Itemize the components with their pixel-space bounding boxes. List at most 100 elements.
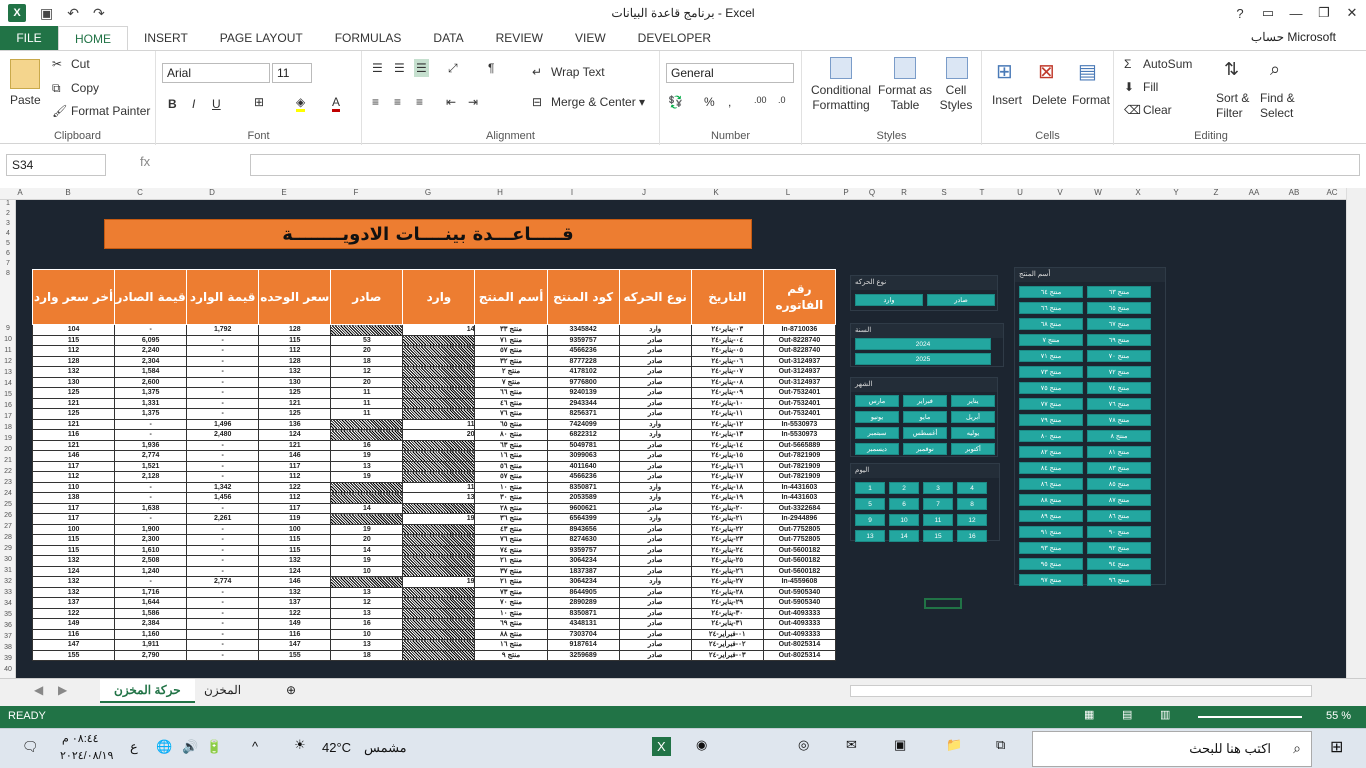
row-header[interactable]: 7: [0, 260, 15, 267]
table-cell[interactable]: Out-7821909: [762, 471, 837, 483]
table-cell[interactable]: ١٩-يناير-٢٤: [690, 492, 764, 504]
row-header[interactable]: 8: [0, 270, 15, 277]
slicer-button[interactable]: 1: [855, 482, 885, 494]
align-left-icon[interactable]: ≡: [372, 95, 379, 109]
table-cell[interactable]: 8777228: [546, 355, 620, 367]
table-cell[interactable]: 53: [330, 334, 404, 346]
slicer-button[interactable]: منتج ٧٧: [1019, 398, 1083, 410]
table-cell[interactable]: 2,774: [186, 576, 260, 588]
column-header[interactable]: I: [564, 188, 580, 197]
table-cell[interactable]: 125: [258, 387, 332, 399]
table-cell[interactable]: صادر: [618, 460, 692, 472]
tab-developer[interactable]: DEVELOPER: [622, 26, 727, 50]
table-cell[interactable]: صادر: [618, 544, 692, 556]
table-cell[interactable]: منتج ٧٦: [474, 408, 548, 420]
font-name-select[interactable]: Arial: [162, 63, 270, 83]
row-header[interactable]: 32: [0, 578, 15, 585]
table-cell[interactable]: 100: [258, 523, 332, 535]
fx-icon[interactable]: fx: [140, 154, 150, 169]
slicer-button[interactable]: أبريل: [951, 411, 995, 423]
tab-review[interactable]: REVIEW: [480, 26, 559, 50]
table-cell[interactable]: ٢٦-يناير-٢٤: [690, 565, 764, 577]
table-cell[interactable]: 132: [258, 586, 332, 598]
table-cell[interactable]: 19: [330, 450, 404, 462]
row-header[interactable]: 1: [0, 200, 15, 207]
bold-button[interactable]: B: [168, 97, 177, 111]
table-cell[interactable]: 2,128: [114, 471, 188, 483]
table-cell[interactable]: ٠٥-يناير-٢٤: [690, 345, 764, 357]
column-header[interactable]: J: [636, 188, 652, 197]
table-cell[interactable]: -: [114, 481, 188, 493]
slicer-button[interactable]: منتج ٦٣: [1087, 286, 1151, 298]
table-cell[interactable]: 11: [330, 387, 404, 399]
slicer-button[interactable]: منتج ٩٣: [1019, 542, 1083, 554]
table-cell[interactable]: 121: [31, 397, 116, 409]
table-cell[interactable]: منتج ٥٧: [474, 345, 548, 357]
selected-cell[interactable]: [924, 598, 962, 609]
table-cell[interactable]: 121: [258, 397, 332, 409]
table-cell[interactable]: 3064234: [546, 576, 620, 588]
table-cell[interactable]: 1,331: [114, 397, 188, 409]
notification-icon[interactable]: 🗨: [22, 739, 39, 755]
slicer-button[interactable]: منتج ٨٦: [1019, 478, 1083, 490]
slicer-button[interactable]: أكتوبر: [951, 443, 995, 455]
slicer-button[interactable]: منتج ٧١: [1019, 350, 1083, 362]
table-cell[interactable]: In-5530973: [762, 429, 837, 441]
table-cell[interactable]: صادر: [618, 408, 692, 420]
table-cell[interactable]: صادر: [618, 397, 692, 409]
table-cell[interactable]: [330, 481, 404, 493]
table-cell[interactable]: 146: [258, 450, 332, 462]
font-color-icon[interactable]: A: [332, 95, 341, 112]
table-cell[interactable]: 19: [330, 523, 404, 535]
table-cell[interactable]: 117: [31, 502, 116, 514]
decrease-decimal-icon[interactable]: .0: [778, 95, 786, 105]
slicer-button[interactable]: منتج ٦٦: [1019, 302, 1083, 314]
table-cell[interactable]: [402, 345, 476, 357]
column-header[interactable]: E: [276, 188, 292, 197]
align-top-icon[interactable]: ☰: [372, 61, 383, 75]
table-cell[interactable]: [402, 618, 476, 630]
table-cell[interactable]: منتج ٤٣: [474, 523, 548, 535]
table-cell[interactable]: 19: [402, 513, 476, 525]
slicer-button[interactable]: 11: [923, 514, 953, 526]
insert-button[interactable]: Insert: [992, 93, 1022, 107]
slicer-button[interactable]: 3: [923, 482, 953, 494]
column-header[interactable]: V: [1052, 188, 1068, 197]
slicer-button[interactable]: منتج ٩٧: [1019, 574, 1083, 586]
table-cell[interactable]: 117: [258, 502, 332, 514]
slicer-button[interactable]: منتج ٨٩: [1019, 510, 1083, 522]
table-cell[interactable]: 2,480: [186, 429, 260, 441]
slicer-button[interactable]: منتج ٦٨: [1019, 318, 1083, 330]
format-painter-button[interactable]: 🖌 Format Painter: [52, 104, 150, 120]
table-cell[interactable]: 12: [330, 597, 404, 609]
table-cell[interactable]: 128: [258, 355, 332, 367]
increase-indent-icon[interactable]: ⇥: [468, 95, 478, 109]
table-cell[interactable]: Out-5665889: [762, 439, 837, 451]
underline-button[interactable]: U: [212, 97, 221, 111]
table-cell[interactable]: 14: [330, 544, 404, 556]
slicer-button[interactable]: 4: [957, 482, 987, 494]
table-cell[interactable]: ١١-يناير-٢٤: [690, 408, 764, 420]
table-cell[interactable]: -: [186, 397, 260, 409]
table-cell[interactable]: ٢٨-يناير-٢٤: [690, 586, 764, 598]
table-cell[interactable]: -: [186, 534, 260, 546]
table-cell[interactable]: [330, 492, 404, 504]
table-cell[interactable]: 3099063: [546, 450, 620, 462]
row-header[interactable]: 38: [0, 644, 15, 651]
volume-icon[interactable]: 🔊: [182, 739, 198, 755]
slicer-button[interactable]: 16: [957, 530, 987, 542]
table-cell[interactable]: 2890289: [546, 597, 620, 609]
table-cell[interactable]: -: [186, 334, 260, 346]
slicer-button[interactable]: منتج ٧٠: [1087, 350, 1151, 362]
sheet-next-icon[interactable]: ▶: [44, 679, 81, 703]
table-cell[interactable]: 116: [258, 628, 332, 640]
table-cell[interactable]: 1,496: [186, 418, 260, 430]
table-cell[interactable]: 132: [258, 555, 332, 567]
table-cell[interactable]: [330, 324, 404, 336]
table-cell[interactable]: Out-5600182: [762, 565, 837, 577]
table-cell[interactable]: -: [186, 471, 260, 483]
slicer-button[interactable]: منتج ٨: [1087, 430, 1151, 442]
table-cell[interactable]: Out-5600182: [762, 555, 837, 567]
slicer-button[interactable]: منتج ٨٨: [1019, 494, 1083, 506]
table-cell[interactable]: 146: [31, 450, 116, 462]
